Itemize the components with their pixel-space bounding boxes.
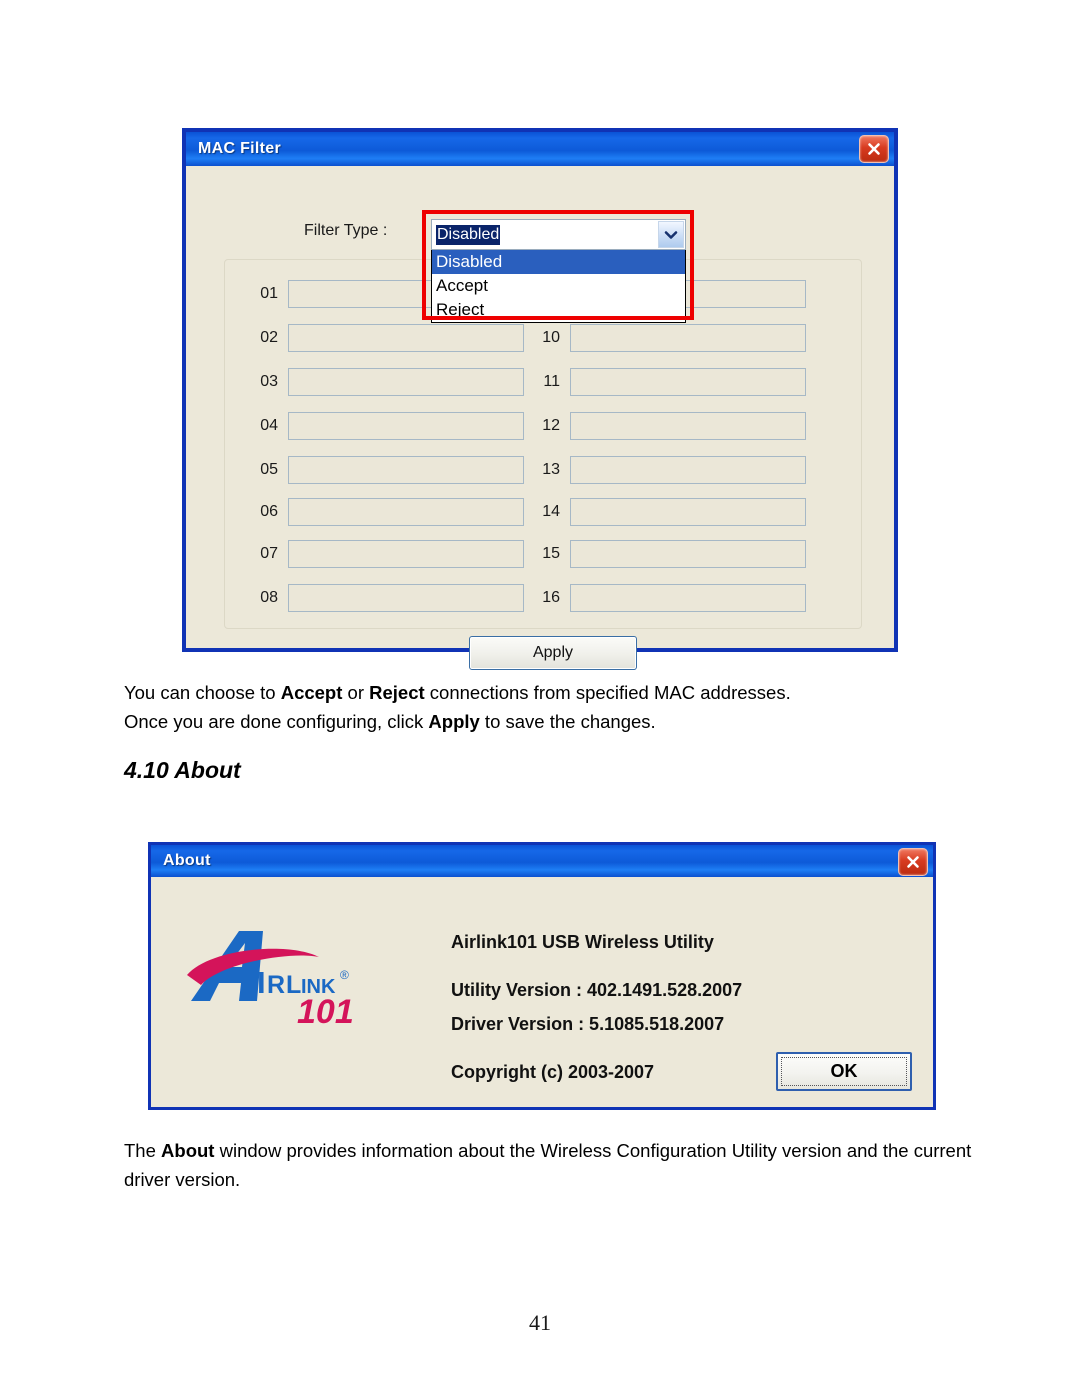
mac-address-input-02[interactable] xyxy=(288,324,524,352)
mac-row-10: 10 xyxy=(526,324,806,352)
mac-address-input-10[interactable] xyxy=(570,324,806,352)
svg-text:101: 101 xyxy=(297,993,354,1031)
page-number: 41 xyxy=(529,1310,551,1335)
mac-address-input-04[interactable] xyxy=(288,412,524,440)
mac-row-label: 04 xyxy=(260,417,278,434)
mac-row-label: 16 xyxy=(542,589,560,606)
para2-bold-about: About xyxy=(161,1140,215,1161)
mac-row-05: 05 xyxy=(244,456,524,484)
about-titlebar: About xyxy=(151,845,933,877)
filter-type-label: Filter Type : xyxy=(304,222,388,239)
mac-row-06: 06 xyxy=(244,498,524,526)
ok-button[interactable]: OK xyxy=(776,1052,912,1091)
svg-text:I: I xyxy=(257,965,266,1000)
mac-row-08: 08 xyxy=(244,584,524,612)
about-dialog: About I R L INK ® 101 Airlink101 USB Wir… xyxy=(148,842,936,1110)
para2-text-pre: The xyxy=(124,1140,162,1161)
close-icon[interactable] xyxy=(898,848,928,876)
mac-row-label: 12 xyxy=(542,417,560,434)
para2-text-post: window provides information about the Wi… xyxy=(124,1140,972,1190)
para1-text-pre: You can choose to xyxy=(124,682,281,703)
about-driver-version: Driver Version : 5.1085.518.2007 xyxy=(451,1014,725,1034)
mac-row-label: 07 xyxy=(260,545,278,562)
mac-row-label: 11 xyxy=(543,373,560,390)
mac-row-11: 11 xyxy=(526,368,806,396)
filter-type-option-accept[interactable]: Accept xyxy=(432,274,685,298)
about-title: About xyxy=(163,852,211,869)
about-product-name: Airlink101 USB Wireless Utility xyxy=(451,932,714,952)
para1-text-post: connections from specified MAC addresses… xyxy=(424,682,791,703)
para1-bold-accept: Accept xyxy=(280,682,343,703)
svg-text:R: R xyxy=(267,971,285,999)
section-heading-about: 4.10 About xyxy=(124,757,241,783)
mac-row-label: 13 xyxy=(542,461,560,478)
mac-address-input-14[interactable] xyxy=(570,498,806,526)
apply-button[interactable]: Apply xyxy=(469,636,637,670)
filter-type-option-reject[interactable]: Reject xyxy=(432,298,685,322)
about-copyright: Copyright (c) 2003-2007 xyxy=(451,1062,655,1082)
airlink-logo: I R L INK ® 101 xyxy=(179,923,389,1033)
filter-type-selected-value: Disabled xyxy=(436,224,501,245)
mac-row-label: 05 xyxy=(260,461,278,478)
mac-row-label: 08 xyxy=(260,589,278,606)
mac-row-label: 14 xyxy=(542,503,560,520)
about-spacer xyxy=(451,967,742,981)
para1-bold-apply: Apply xyxy=(428,711,480,732)
filter-type-option-disabled[interactable]: Disabled xyxy=(432,250,685,274)
mac-address-input-16[interactable] xyxy=(570,584,806,612)
mac-address-input-15[interactable] xyxy=(570,540,806,568)
mac-row-14: 14 xyxy=(526,498,806,526)
mac-address-input-06[interactable] xyxy=(288,498,524,526)
about-info-block: Airlink101 USB Wireless Utility Utility … xyxy=(451,933,742,1097)
mac-row-07: 07 xyxy=(244,540,524,568)
mac-address-input-08[interactable] xyxy=(288,584,524,612)
mac-row-13: 13 xyxy=(526,456,806,484)
mac-address-input-13[interactable] xyxy=(570,456,806,484)
mac-address-input-12[interactable] xyxy=(570,412,806,440)
mac-address-input-07[interactable] xyxy=(288,540,524,568)
para1-line2-post: to save the changes. xyxy=(479,711,656,732)
para1-line2-pre: Once you are done configuring, click xyxy=(124,711,429,732)
para1-bold-reject: Reject xyxy=(369,682,425,703)
mac-row-label: 02 xyxy=(260,329,278,346)
mac-row-15: 15 xyxy=(526,540,806,568)
paragraph-about: The About window provides information ab… xyxy=(124,1136,984,1194)
mac-address-input-03[interactable] xyxy=(288,368,524,396)
mac-row-label: 01 xyxy=(260,285,278,302)
mac-row-12: 12 xyxy=(526,412,806,440)
filter-type-combo-field[interactable]: Disabled xyxy=(431,219,686,250)
about-utility-version: Utility Version : 402.1491.528.2007 xyxy=(451,980,743,1000)
filter-type-dropdown-list: Disabled Accept Reject xyxy=(431,250,686,323)
svg-text:®: ® xyxy=(340,968,349,982)
close-icon[interactable] xyxy=(859,135,889,163)
mac-row-label: 15 xyxy=(542,545,560,562)
mac-filter-body: Filter Type : 01 02 03 04 05 06 07 08 10… xyxy=(186,166,894,670)
mac-row-label: 06 xyxy=(260,503,278,520)
mac-filter-dialog: MAC Filter Filter Type : 01 02 03 04 05 … xyxy=(182,128,898,670)
para1-text-mid: or xyxy=(342,682,370,703)
mac-address-input-11[interactable] xyxy=(570,368,806,396)
about-body: I R L INK ® 101 Airlink101 USB Wireless … xyxy=(151,877,933,1107)
mac-filter-titlebar: MAC Filter xyxy=(186,132,894,166)
mac-row-03: 03 xyxy=(244,368,524,396)
mac-row-label: 03 xyxy=(260,373,278,390)
ok-button-label: OK xyxy=(781,1057,907,1086)
filter-type-combobox[interactable]: Disabled Disabled Accept Reject xyxy=(431,219,686,323)
mac-filter-title: MAC Filter xyxy=(198,140,281,157)
mac-row-label: 10 xyxy=(542,329,560,346)
mac-address-input-05[interactable] xyxy=(288,456,524,484)
paragraph-mac-filter: You can choose to Accept or Reject conne… xyxy=(124,678,984,736)
mac-row-02: 02 xyxy=(244,324,524,352)
chevron-down-icon[interactable] xyxy=(658,221,684,248)
mac-row-04: 04 xyxy=(244,412,524,440)
about-spacer xyxy=(451,1049,742,1063)
mac-row-16: 16 xyxy=(526,584,806,612)
